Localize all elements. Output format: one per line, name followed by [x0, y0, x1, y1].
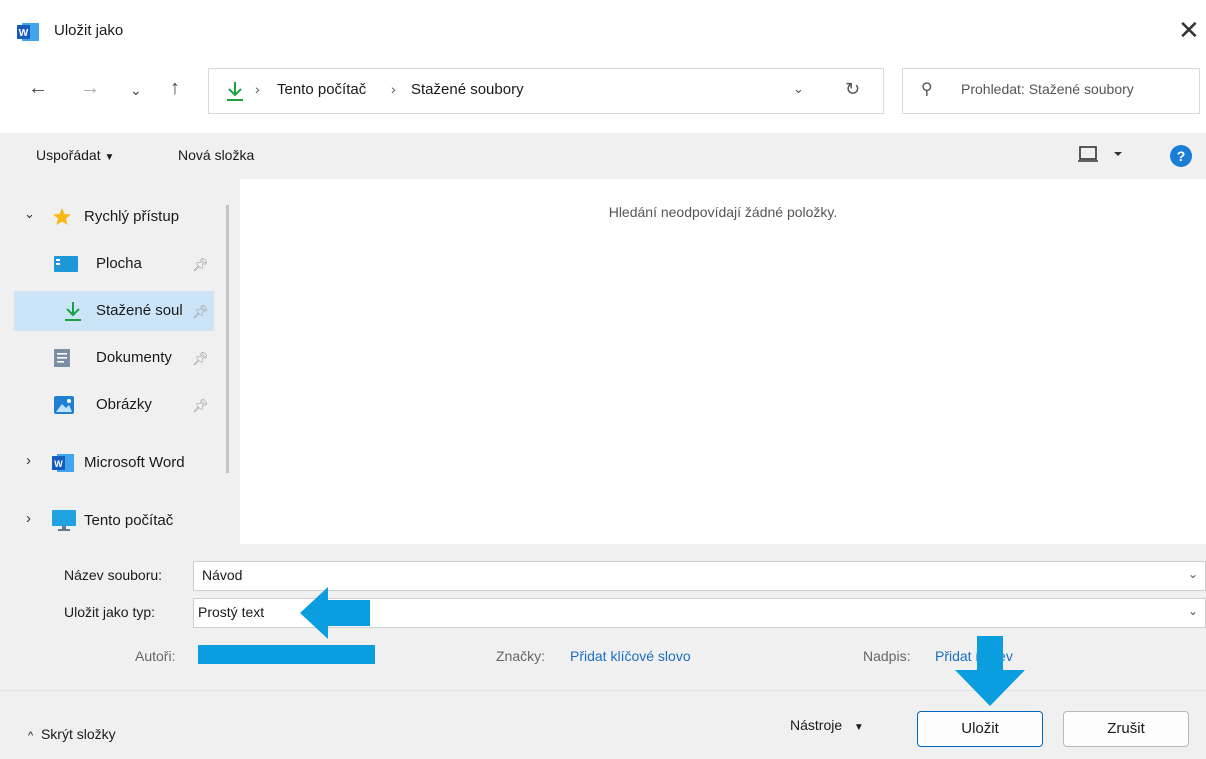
authors-redacted-field[interactable] [198, 645, 375, 664]
download-icon [227, 82, 243, 101]
desktop-icon [54, 256, 78, 272]
tree-item-documents[interactable]: Dokumenty 📌︎ [14, 338, 214, 378]
tags-label: Značky: [496, 648, 546, 664]
window-title: Uložit jako [54, 22, 124, 39]
save-type-label: Uložit jako typ: [64, 604, 156, 620]
annotation-arrow-down [955, 636, 1025, 706]
search-icon: ⚲ [921, 81, 933, 98]
filename-value: Návod [202, 567, 243, 583]
tree-item-desktop[interactable]: Plocha 📌︎ [14, 244, 214, 284]
back-button[interactable]: ← [28, 76, 48, 100]
nav-scrollbar[interactable] [226, 205, 229, 473]
chevron-right-icon: › [255, 81, 260, 97]
chevron-down-icon[interactable]: ⌄ [1188, 567, 1198, 581]
chevron-down-icon[interactable]: ⌄ [793, 81, 804, 97]
up-button[interactable]: ↑ [170, 76, 180, 100]
recent-locations-button[interactable]: ⌄ [130, 78, 142, 102]
tree-item-label: Microsoft Word [84, 454, 185, 471]
view-options-button[interactable] [1078, 143, 1126, 169]
save-type-value: Prostý text [198, 604, 265, 620]
chevron-down-icon: ▼ [853, 722, 864, 733]
download-icon [65, 302, 81, 321]
breadcrumb-item[interactable]: Stažené soubory [411, 81, 524, 98]
word-icon: W [17, 22, 39, 42]
close-icon[interactable]: ✕ [1178, 16, 1200, 44]
refresh-icon[interactable]: ↻ [845, 79, 860, 100]
computer-icon [52, 510, 76, 531]
empty-message: Hledání neodpovídají žádné položky. [608, 204, 838, 220]
tree-item-label: Tento počítač [84, 512, 174, 529]
tree-item-downloads[interactable]: Stažené soul 📌︎ [14, 291, 214, 331]
filename-label: Název souboru: [64, 567, 163, 583]
svg-text:W: W [19, 28, 29, 39]
help-icon[interactable]: ? [1170, 145, 1192, 167]
chevron-up-icon: ^ [28, 730, 34, 742]
add-tag-link[interactable]: Přidat klíčové slovo [570, 648, 691, 664]
chevron-right-icon[interactable]: › [26, 510, 31, 527]
pin-icon[interactable]: 📌︎ [192, 351, 209, 367]
search-box[interactable]: ⚲ Prohledat: Stažené soubory [902, 68, 1200, 114]
tree-item-label: Dokumenty [96, 349, 172, 366]
breadcrumb-item[interactable]: Tento počítač [277, 81, 366, 98]
pin-icon[interactable]: 📌︎ [192, 304, 209, 320]
tree-item-this-pc[interactable]: › Tento počítač [14, 501, 214, 541]
annotation-arrow-left [300, 587, 370, 639]
new-folder-button[interactable]: Nová složka [178, 147, 254, 163]
pin-icon[interactable]: 📌︎ [192, 398, 209, 414]
chevron-right-icon[interactable]: › [26, 452, 31, 469]
chevron-down-icon[interactable]: ⌄ [24, 206, 35, 222]
tree-item-label: Rychlý přístup [84, 208, 180, 225]
tools-button[interactable]: Nástroje ▼ [790, 717, 864, 733]
chevron-down-icon[interactable]: ⌄ [1188, 604, 1198, 618]
address-bar[interactable]: › Tento počítač › Stažené soubory ⌄ ↻ [208, 68, 884, 114]
chevron-down-icon: ▼ [104, 152, 115, 163]
hide-folders-button[interactable]: ^ Skrýt složky [28, 726, 116, 742]
svg-text:W: W [54, 459, 63, 469]
tree-item-label: Stažené soul [96, 302, 183, 319]
tree-item-label: Obrázky [96, 396, 152, 413]
pictures-icon [54, 396, 74, 414]
search-placeholder: Prohledat: Stažené soubory [961, 81, 1134, 97]
title-label: Nadpis: [863, 648, 911, 664]
tree-item-quick-access[interactable]: ⌄ Rychlý přístup [14, 197, 214, 237]
forward-button[interactable]: → [80, 76, 100, 100]
cancel-button[interactable]: Zrušit [1063, 711, 1189, 747]
tree-item-word[interactable]: › W Microsoft Word [14, 443, 214, 483]
title-bar [0, 0, 1206, 58]
pin-icon[interactable]: 📌︎ [192, 257, 209, 273]
word-icon: W [52, 454, 74, 472]
tree-item-label: Plocha [96, 255, 142, 272]
authors-label: Autoři: [135, 648, 176, 664]
command-bar: Uspořádat ▼ Nová složka ? [0, 133, 1206, 179]
tree-item-pictures[interactable]: Obrázky 📌︎ [14, 385, 214, 425]
file-list[interactable]: Hledání neodpovídají žádné položky. [240, 179, 1206, 544]
star-icon [53, 208, 71, 225]
chevron-right-icon: › [391, 81, 396, 97]
documents-icon [54, 349, 70, 367]
save-button[interactable]: Uložit [917, 711, 1043, 747]
organize-button[interactable]: Uspořádat ▼ [36, 147, 114, 163]
